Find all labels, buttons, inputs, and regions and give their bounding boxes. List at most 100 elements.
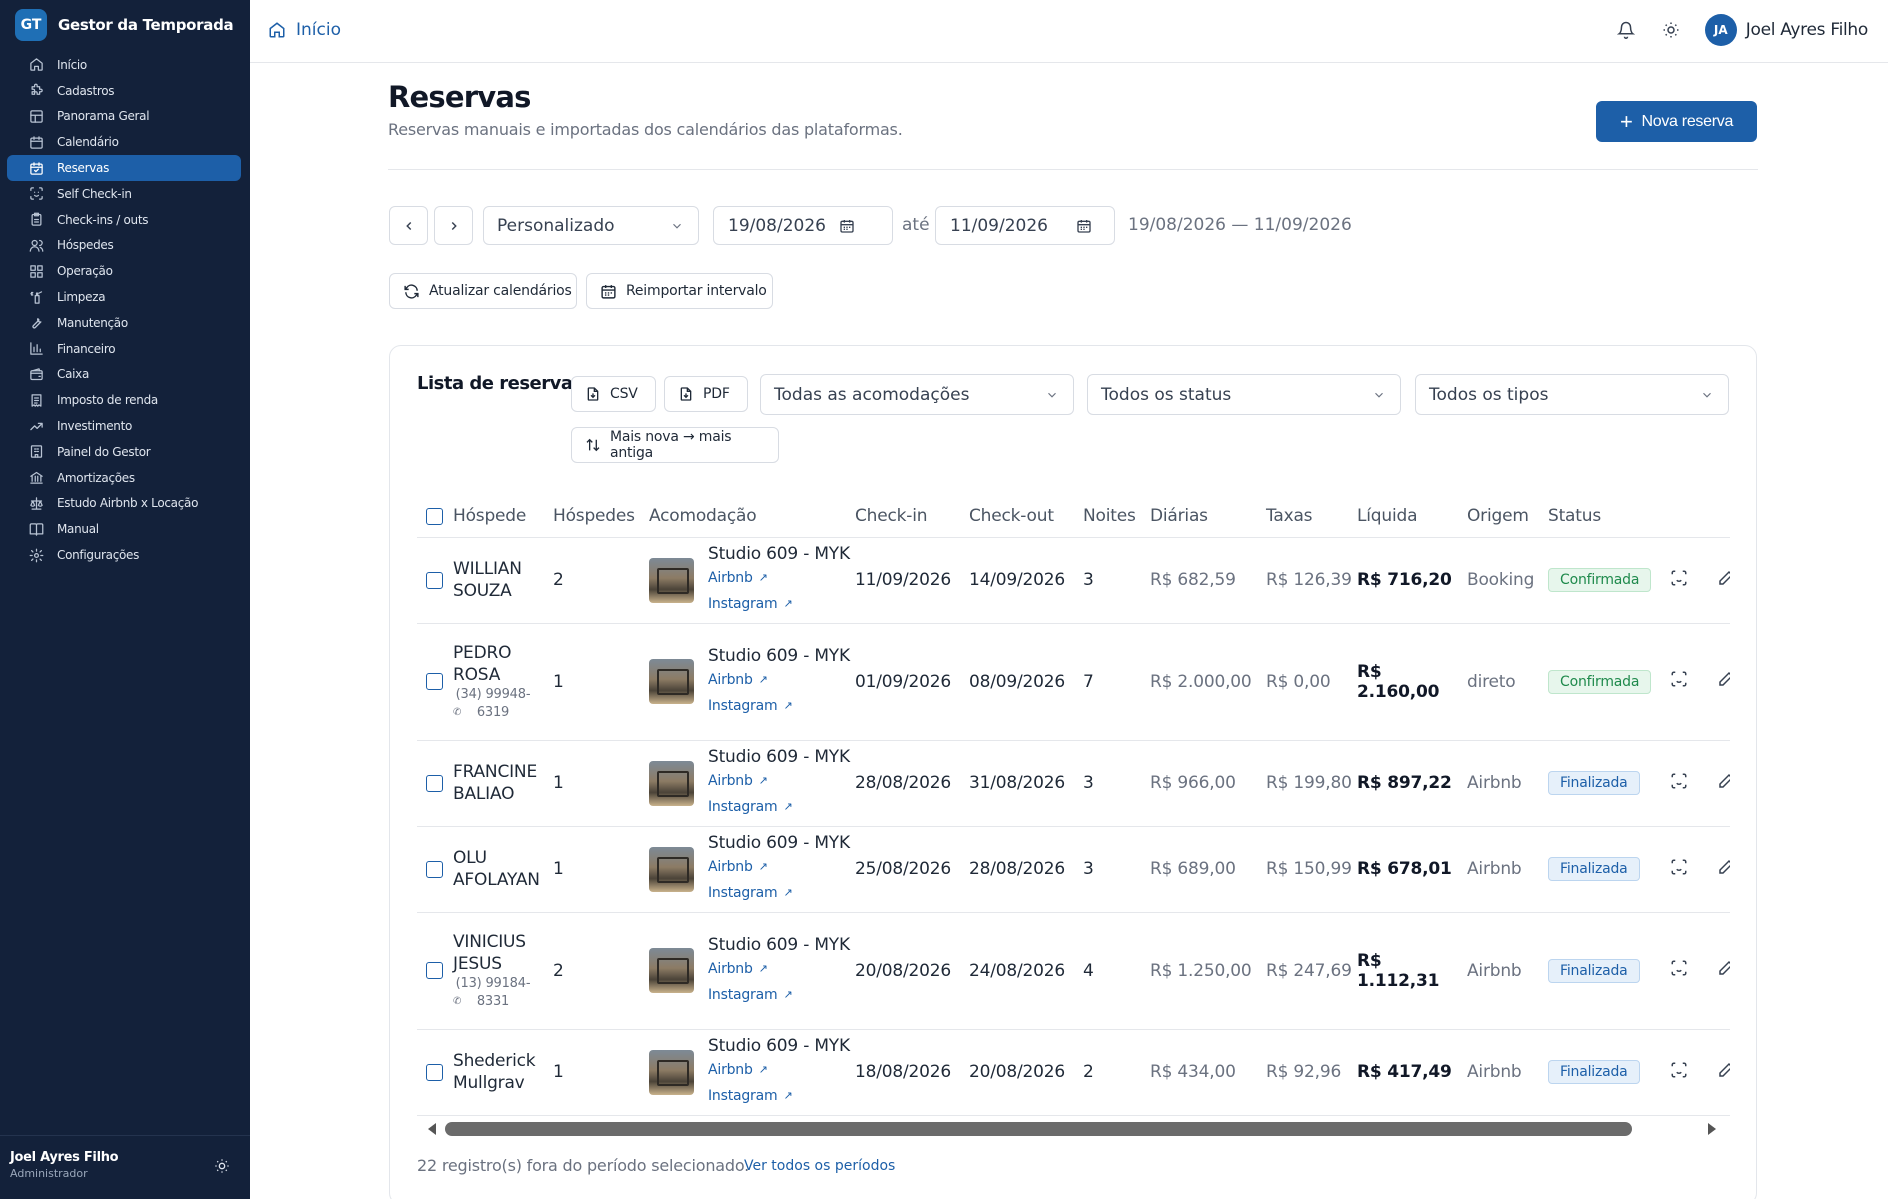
- sidebar-item-0[interactable]: Início: [7, 52, 241, 78]
- self-checkin-scan-icon[interactable]: [1670, 858, 1688, 876]
- sidebar-item-15[interactable]: Painel do Gestor: [7, 439, 241, 465]
- scroll-left-arrow-icon[interactable]: [428, 1123, 436, 1135]
- airbnb-link[interactable]: Airbnb ↗: [708, 1057, 850, 1083]
- edit-icon[interactable]: [1717, 1061, 1730, 1079]
- col-guests[interactable]: Hóspedes: [553, 496, 649, 538]
- instagram-link[interactable]: Instagram ↗: [708, 880, 850, 906]
- airbnb-link[interactable]: Airbnb ↗: [708, 956, 850, 982]
- next-period-button[interactable]: [434, 206, 473, 245]
- type-filter[interactable]: Todos os tipos: [1415, 374, 1729, 415]
- guest-name[interactable]: OLU AFOLAYAN: [453, 847, 553, 891]
- self-checkin-scan-icon[interactable]: [1670, 1061, 1688, 1079]
- guest-name[interactable]: Shederick Mullgrav: [453, 1050, 553, 1094]
- row-checkbox[interactable]: [426, 1063, 443, 1081]
- self-checkin-scan-icon[interactable]: [1670, 959, 1688, 977]
- reimport-range-button[interactable]: Reimportar intervalo: [586, 273, 773, 309]
- guest-phone[interactable]: ✆ (34) 99948-6319: [453, 686, 533, 722]
- table-row[interactable]: WILLIAN SOUZA 2 Studio 609 - MYK Airbnb ↗ Ins…: [417, 537, 1730, 624]
- col-nights[interactable]: Noites: [1083, 496, 1150, 538]
- guest-name[interactable]: PEDRO ROSA: [453, 642, 553, 686]
- guest-name[interactable]: WILLIAN SOUZA: [453, 558, 553, 602]
- view-all-periods-link[interactable]: Ver todos os períodos: [744, 1158, 895, 1174]
- col-daily[interactable]: Diárias: [1150, 496, 1266, 538]
- guest-name[interactable]: VINICIUS JESUS: [453, 931, 553, 975]
- export-pdf-button[interactable]: PDF: [664, 376, 748, 412]
- sidebar-item-1[interactable]: Cadastros: [7, 78, 241, 104]
- status-filter[interactable]: Todos os status: [1087, 374, 1401, 415]
- theme-toggle-icon[interactable]: [214, 1158, 230, 1178]
- row-checkbox[interactable]: [426, 673, 443, 690]
- prev-period-button[interactable]: [389, 206, 428, 245]
- avatar[interactable]: JA: [1704, 14, 1737, 46]
- sidebar-item-2[interactable]: Panorama Geral: [7, 104, 241, 130]
- col-status[interactable]: Status: [1548, 496, 1670, 538]
- col-accommodation[interactable]: Acomodação: [649, 496, 855, 538]
- guest-phone[interactable]: ✆ (13) 99184-8331: [453, 975, 533, 1011]
- instagram-link[interactable]: Instagram ↗: [708, 794, 850, 820]
- sidebar-item-16[interactable]: Amortizações: [7, 465, 241, 491]
- calendar-icon[interactable]: [839, 218, 855, 234]
- sidebar-item-18[interactable]: Manual: [7, 516, 241, 542]
- sidebar-item-6[interactable]: Check-ins / outs: [7, 207, 241, 233]
- instagram-link[interactable]: Instagram ↗: [708, 591, 850, 617]
- instagram-link[interactable]: Instagram ↗: [708, 1083, 850, 1109]
- instagram-link[interactable]: Instagram ↗: [708, 693, 850, 719]
- scroll-right-arrow-icon[interactable]: [1708, 1123, 1716, 1135]
- row-checkbox[interactable]: [426, 571, 443, 589]
- sidebar-item-3[interactable]: Calendário: [7, 129, 241, 155]
- new-reservation-button[interactable]: + Nova reserva: [1596, 101, 1757, 142]
- horizontal-scrollbar[interactable]: [418, 1121, 1730, 1137]
- sidebar-item-9[interactable]: Limpeza: [7, 284, 241, 310]
- col-checkin[interactable]: Check-in: [855, 496, 969, 538]
- sidebar-item-13[interactable]: Imposto de renda: [7, 387, 241, 413]
- edit-icon[interactable]: [1717, 772, 1730, 790]
- calendar-icon[interactable]: [1076, 218, 1092, 234]
- bell-icon[interactable]: [1614, 18, 1638, 42]
- edit-icon[interactable]: [1717, 858, 1730, 876]
- sidebar-item-11[interactable]: Financeiro: [7, 336, 241, 362]
- self-checkin-scan-icon[interactable]: [1670, 569, 1688, 587]
- airbnb-link[interactable]: Airbnb ↗: [708, 854, 850, 880]
- instagram-link[interactable]: Instagram ↗: [708, 982, 850, 1008]
- sort-order-button[interactable]: Mais nova → mais antiga: [571, 427, 779, 463]
- sidebar-item-12[interactable]: Caixa: [7, 362, 241, 388]
- date-from-input[interactable]: 19/08/2026: [713, 206, 893, 245]
- col-net[interactable]: Líquida: [1357, 496, 1467, 538]
- period-select[interactable]: Personalizado: [483, 206, 699, 245]
- export-csv-button[interactable]: CSV: [571, 376, 656, 412]
- date-to-input[interactable]: 11/09/2026: [935, 206, 1115, 245]
- row-checkbox[interactable]: [426, 860, 443, 878]
- sidebar-item-14[interactable]: Investimento: [7, 413, 241, 439]
- sidebar-item-8[interactable]: Operação: [7, 258, 241, 284]
- col-guest[interactable]: Hóspede: [453, 496, 553, 538]
- sidebar-item-5[interactable]: Self Check-in: [7, 181, 241, 207]
- airbnb-link[interactable]: Airbnb ↗: [708, 768, 850, 794]
- scrollbar-thumb[interactable]: [445, 1122, 1632, 1136]
- edit-icon[interactable]: [1717, 569, 1730, 587]
- row-checkbox[interactable]: [426, 774, 443, 792]
- edit-icon[interactable]: [1717, 959, 1730, 977]
- col-checkout[interactable]: Check-out: [969, 496, 1083, 538]
- row-checkbox[interactable]: [426, 962, 443, 979]
- sidebar-item-17[interactable]: Estudo Airbnb x Locação: [7, 491, 241, 517]
- sidebar-item-4[interactable]: Reservas: [7, 155, 241, 181]
- guest-name[interactable]: FRANCINE BALIAO: [453, 761, 553, 805]
- brand[interactable]: GT Gestor da Temporada: [0, 0, 250, 50]
- edit-icon[interactable]: [1717, 670, 1730, 688]
- col-origin[interactable]: Origem: [1467, 496, 1548, 538]
- airbnb-link[interactable]: Airbnb ↗: [708, 667, 850, 693]
- self-checkin-scan-icon[interactable]: [1670, 772, 1688, 790]
- col-fees[interactable]: Taxas: [1266, 496, 1357, 538]
- self-checkin-scan-icon[interactable]: [1670, 670, 1688, 688]
- sidebar-item-7[interactable]: Hóspedes: [7, 233, 241, 259]
- theme-sun-icon[interactable]: [1659, 18, 1683, 42]
- table-row[interactable]: PEDRO ROSA ✆ (34) 99948-6319 1 Studio 609 - …: [417, 623, 1730, 741]
- sidebar-item-10[interactable]: Manutenção: [7, 310, 241, 336]
- select-all-checkbox[interactable]: [426, 507, 443, 525]
- refresh-calendars-button[interactable]: Atualizar calendários: [389, 273, 577, 309]
- table-row[interactable]: OLU AFOLAYAN 1 Studio 609 - MYK Airbnb ↗ Inst…: [417, 826, 1730, 913]
- airbnb-link[interactable]: Airbnb ↗: [708, 565, 850, 591]
- breadcrumb[interactable]: Início: [268, 20, 341, 40]
- sidebar-item-19[interactable]: Configurações: [7, 542, 241, 568]
- table-row[interactable]: FRANCINE BALIAO 1 Studio 609 - MYK Airbnb ↗ I…: [417, 740, 1730, 827]
